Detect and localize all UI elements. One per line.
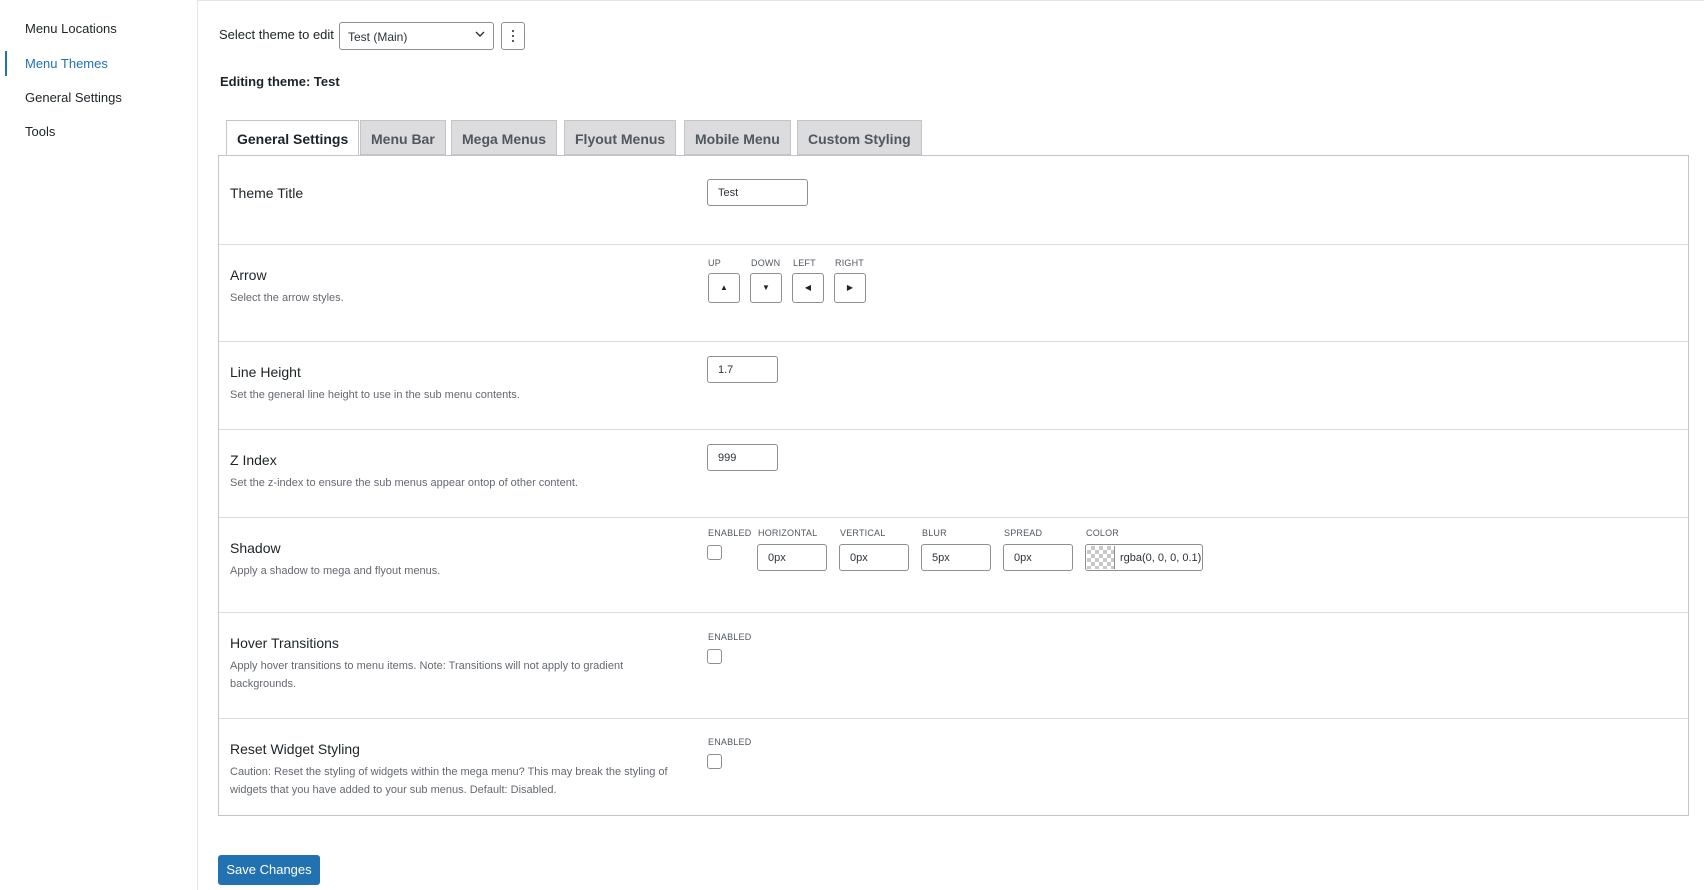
kebab-dot [512, 35, 514, 37]
shadow-vertical-label: VERTICAL [840, 528, 886, 538]
shadow-enabled-label: ENABLED [708, 528, 752, 538]
setting-row-line-height: Line Height Set the general line height … [219, 342, 1688, 430]
shadow-horizontal-input[interactable]: 0px [757, 544, 827, 571]
shadow-spread-input[interactable]: 0px [1003, 544, 1073, 571]
hover-transitions-label: Hover Transitions [230, 635, 339, 651]
sidebar-item-general-settings[interactable]: General Settings [25, 90, 122, 105]
shadow-spread-label: SPREAD [1004, 528, 1043, 538]
line-height-input[interactable]: 1.7 [707, 356, 778, 383]
arrow-right-icon: ▶ [846, 283, 854, 292]
select-theme-label: Select theme to edit [219, 27, 334, 42]
shadow-blur-label: BLUR [922, 528, 947, 538]
reset-widget-checkbox[interactable] [707, 754, 722, 769]
editing-theme-heading: Editing theme: Test [220, 74, 340, 89]
shadow-blur-input[interactable]: 5px [921, 544, 991, 571]
arrow-left-button[interactable]: ◀ [792, 273, 824, 303]
settings-panel: Theme Title Arrow Select the arrow style… [218, 155, 1689, 816]
z-index-description: Set the z-index to ensure the sub menus … [230, 477, 578, 489]
setting-row-z-index: Z Index Set the z-index to ensure the su… [219, 430, 1688, 518]
shadow-label: Shadow [230, 540, 281, 556]
kebab-dot [512, 40, 514, 42]
theme-select[interactable]: Test (Main) [339, 22, 494, 50]
tab-custom-styling[interactable]: Custom Styling [797, 120, 922, 155]
arrow-down-label: DOWN [751, 258, 781, 268]
arrow-up-label: UP [708, 258, 721, 268]
theme-title-label: Theme Title [230, 185, 304, 201]
sidebar-item-menu-themes[interactable]: Menu Themes [25, 56, 108, 71]
tab-general-settings[interactable]: General Settings [226, 120, 360, 157]
tab-menu-bar[interactable]: Menu Bar [360, 120, 446, 155]
theme-select-value: Test (Main) [348, 30, 408, 44]
arrow-label: Arrow [230, 267, 267, 283]
shadow-description: Apply a shadow to mega and flyout menus. [230, 565, 441, 577]
sidebar-active-indicator [5, 51, 7, 76]
setting-row-theme-title: Theme Title [219, 156, 1688, 245]
sidebar-item-tools[interactable]: Tools [25, 124, 55, 139]
theme-actions-button[interactable] [501, 22, 525, 50]
chevron-down-icon [475, 31, 485, 37]
setting-row-hover-transitions: Hover Transitions Apply hover transition… [219, 613, 1688, 719]
arrow-up-button[interactable]: ▲ [708, 273, 740, 303]
z-index-label: Z Index [230, 452, 277, 468]
shadow-color-value: rgba(0, 0, 0, 0.1) [1120, 552, 1202, 564]
shadow-vertical-input[interactable]: 0px [839, 544, 909, 571]
tab-mega-menus[interactable]: Mega Menus [451, 120, 558, 155]
setting-row-arrow: Arrow Select the arrow styles. [219, 245, 1688, 342]
arrow-left-icon: ◀ [804, 283, 812, 292]
shadow-color-label: COLOR [1086, 528, 1120, 538]
reset-widget-enabled-label: ENABLED [708, 737, 752, 747]
reset-widget-label: Reset Widget Styling [230, 741, 360, 757]
setting-row-reset-widget: Reset Widget Styling Caution: Reset the … [219, 719, 1688, 815]
arrow-description: Select the arrow styles. [230, 292, 344, 304]
hover-enabled-label: ENABLED [708, 632, 752, 642]
z-index-input[interactable]: 999 [707, 444, 778, 471]
hover-transitions-description: Apply hover transitions to menu items. N… [230, 660, 624, 690]
reset-widget-description: Caution: Reset the styling of widgets wi… [230, 766, 668, 796]
arrow-up-icon: ▲ [720, 283, 728, 292]
shadow-enabled-checkbox[interactable] [707, 545, 722, 560]
top-divider [198, 0, 1704, 1]
sidebar: Menu Locations Menu Themes General Setti… [0, 0, 198, 890]
kebab-dot [512, 30, 514, 32]
line-height-label: Line Height [230, 364, 301, 380]
sidebar-item-menu-locations[interactable]: Menu Locations [25, 21, 117, 36]
color-swatch-icon[interactable] [1087, 546, 1115, 569]
shadow-horizontal-label: HORIZONTAL [758, 528, 818, 538]
hover-transitions-checkbox[interactable] [707, 649, 722, 664]
arrow-right-button[interactable]: ▶ [834, 273, 866, 303]
arrow-down-button[interactable]: ▼ [750, 273, 782, 303]
arrow-right-label: RIGHT [835, 258, 864, 268]
shadow-color-picker[interactable]: rgba(0, 0, 0, 0.1) [1085, 544, 1203, 571]
arrow-left-label: LEFT [793, 258, 816, 268]
save-changes-button[interactable]: Save Changes [218, 855, 320, 885]
line-height-description: Set the general line height to use in th… [230, 389, 520, 401]
theme-title-input[interactable]: Test [707, 179, 808, 206]
arrow-down-icon: ▼ [762, 283, 770, 292]
tab-mobile-menu[interactable]: Mobile Menu [684, 120, 791, 155]
tab-flyout-menus[interactable]: Flyout Menus [564, 120, 677, 155]
